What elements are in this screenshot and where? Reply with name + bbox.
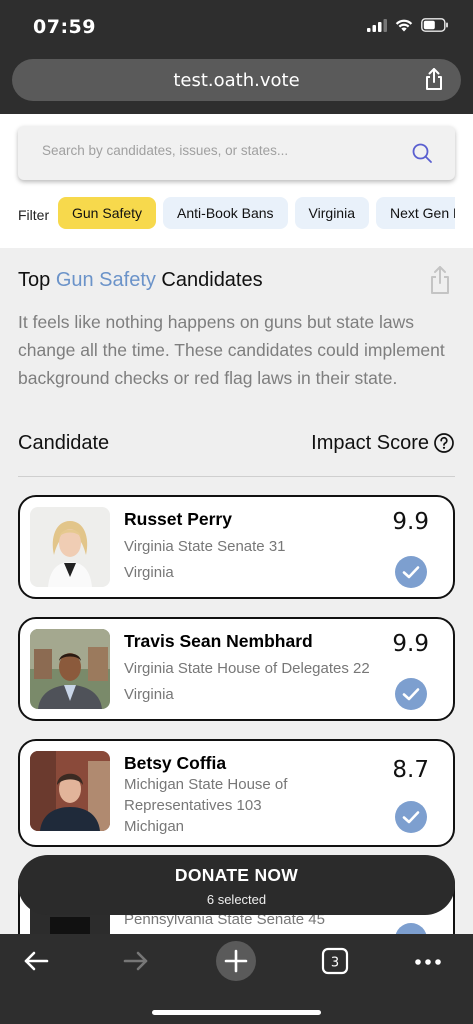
signal-icon (367, 18, 387, 37)
candidate-card[interactable]: Betsy Coffia Michigan State House of Rep… (18, 739, 455, 847)
selected-check-icon[interactable] (395, 678, 427, 710)
divider (18, 476, 455, 477)
impact-score: 8.7 (392, 757, 429, 783)
battery-icon (421, 18, 449, 37)
selected-check-icon[interactable] (395, 556, 427, 588)
column-candidate: Candidate (18, 432, 110, 454)
candidate-name: Travis Sean Nembhard (124, 631, 313, 651)
filter-label: Filter (18, 207, 50, 223)
tabs-icon[interactable]: 3 (321, 947, 349, 980)
tabs-count: 3 (331, 956, 339, 971)
status-time: 07:59 (33, 16, 96, 38)
home-indicator (152, 1010, 321, 1015)
candidate-photo (30, 751, 110, 831)
back-icon[interactable] (22, 947, 50, 980)
candidate-state: Michigan (124, 818, 185, 835)
page-title: Top Gun Safety Candidates (18, 269, 263, 292)
column-impact-score: Impact Score (311, 432, 429, 454)
help-icon[interactable] (433, 432, 455, 460)
candidate-card[interactable]: Russet Perry Virginia State Senate 31 Vi… (18, 495, 455, 599)
candidate-name: Betsy Coffia (124, 753, 227, 773)
filter-chip-gun-safety[interactable]: Gun Safety (58, 197, 157, 229)
main-content: Top Gun Safety Candidates It feels like … (0, 248, 473, 938)
candidate-photo (30, 629, 110, 709)
title-issue: Gun Safety (55, 269, 156, 291)
new-tab-icon[interactable] (215, 940, 257, 987)
filter-chip-virginia[interactable]: Virginia (294, 197, 369, 229)
candidate-card[interactable]: Travis Sean Nembhard Virginia State Hous… (18, 617, 455, 721)
candidate-office: Michigan State House of Representatives … (124, 776, 288, 814)
impact-score: 9.9 (392, 509, 429, 535)
share-icon[interactable] (429, 265, 451, 300)
title-prefix: Top (18, 269, 56, 291)
filter-chip-anti-book-bans[interactable]: Anti-Book Bans (163, 197, 288, 229)
title-suffix: Candidates (155, 269, 263, 291)
forward-icon[interactable] (122, 947, 150, 980)
status-icons (367, 18, 449, 37)
candidate-state: Virginia (124, 686, 174, 703)
browser-chrome: 07:59 test.oath.vote (0, 0, 473, 114)
selected-check-icon[interactable] (395, 801, 427, 833)
section-description: It feels like nothing happens on guns bu… (18, 312, 445, 388)
filter-chip-next-gen[interactable]: Next Gen L (375, 197, 455, 229)
share-icon[interactable] (423, 67, 445, 96)
candidate-photo (30, 507, 110, 587)
donate-now-button[interactable]: DONATE NOW 6 selected (18, 855, 455, 915)
candidate-name: Russet Perry (124, 509, 232, 529)
more-icon[interactable] (414, 954, 442, 972)
search-box[interactable] (18, 126, 455, 180)
filter-chips: Gun Safety Anti-Book Bans Virginia Next Gen… (58, 197, 455, 231)
donate-label: DONATE NOW (174, 865, 299, 885)
url-text: test.oath.vote (173, 70, 300, 91)
candidate-office: Virginia State House of Delegates 22 (124, 660, 370, 677)
wifi-icon (395, 19, 413, 37)
impact-score: 9.9 (392, 631, 429, 657)
candidate-state: Virginia (124, 564, 174, 581)
search-icon[interactable] (411, 142, 433, 169)
address-bar[interactable]: test.oath.vote (12, 59, 461, 101)
search-filter-area: Filter Gun SafetyAnti-Book BansVirginiaN… (0, 114, 473, 248)
candidate-office: Virginia State Senate 31 (124, 538, 286, 555)
selected-count: 6 selected (206, 892, 267, 907)
search-input[interactable] (42, 143, 402, 158)
